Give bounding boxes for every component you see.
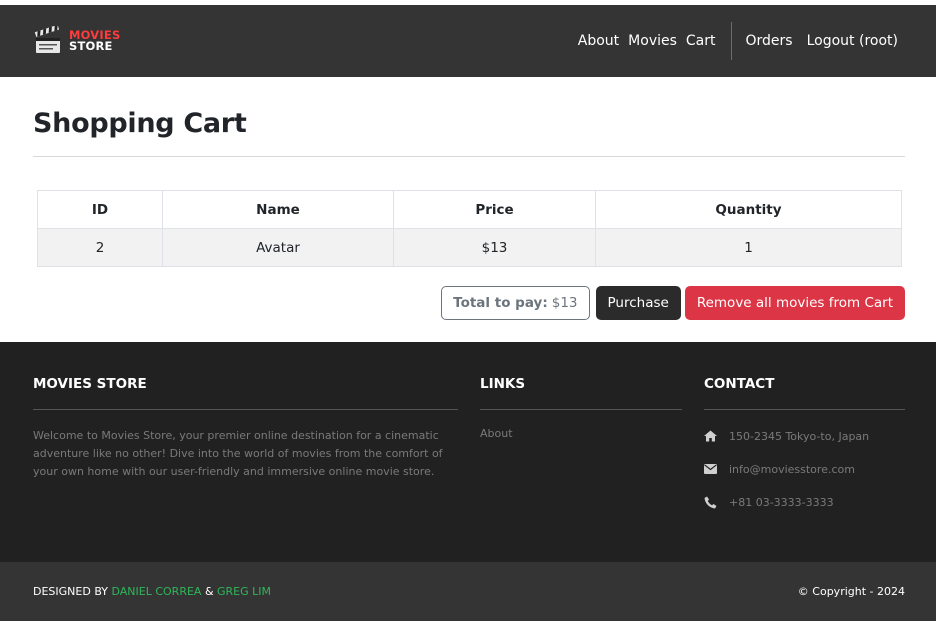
purchase-button[interactable]: Purchase [595,286,681,320]
header-price: Price [393,190,596,229]
cart-actions: Total to pay: $13 Purchase Remove all mo… [441,286,905,320]
remove-all-button[interactable]: Remove all movies from Cart [684,286,905,320]
nav-link-cart[interactable]: Cart [686,33,716,49]
contact-email-text: info@moviesstore.com [729,462,855,476]
footer-contact: CONTACT 150-2345 Tokyo-to, Japan info@mo… [704,376,905,511]
header-id: ID [37,190,163,229]
designed-by-prefix: DESIGNED BY [33,585,108,598]
total-to-pay: Total to pay: $13 [441,286,590,320]
total-label: Total to pay: [453,295,548,311]
footer-links: LINKS About [480,376,682,440]
nav-link-movies[interactable]: Movies [628,33,677,49]
title-divider [33,156,905,157]
footer-about-text: Welcome to Movies Store, your premier on… [33,429,443,478]
footer-links-divider [480,409,682,410]
page-title: Shopping Cart [33,108,247,139]
designer-link-2[interactable]: GREG LIM [217,585,271,598]
footer-links-title: LINKS [480,376,526,392]
cell-quantity: 1 [595,228,902,267]
designer-link-1[interactable]: DANIEL CORREA [111,585,201,598]
copyright: © Copyright - 2024 [797,585,905,598]
cart-table: ID Name Price Quantity 2 Avatar $13 1 [37,190,902,267]
cell-id: 2 [37,228,163,267]
nav-link-about[interactable]: About [578,33,619,49]
contact-email: info@moviesstore.com [704,460,905,478]
phone-icon [704,496,717,508]
navbar: MOVIES STORE About Movies Cart Orders Lo… [0,5,936,77]
cell-price: $13 [393,228,596,267]
footer-contact-divider [704,409,905,410]
brand-name: MOVIES STORE [69,29,120,53]
brand-line-2: STORE [69,39,113,53]
designed-by: DESIGNED BY DANIEL CORREA & GREG LIM [33,585,271,598]
contact-address-text: 150-2345 Tokyo-to, Japan [729,429,870,443]
footer-about-title: MOVIES STORE [33,376,147,392]
total-value: $13 [551,295,578,311]
contact-address: 150-2345 Tokyo-to, Japan [704,427,905,445]
envelope-icon [704,464,717,474]
nav-link-logout[interactable]: Logout (root) [807,33,898,49]
table-header-row: ID Name Price Quantity [37,190,902,229]
footer-about: MOVIES STORE Welcome to Movies Store, yo… [33,376,458,481]
footer-link-about[interactable]: About [480,427,682,440]
header-name: Name [162,190,394,229]
brand-logo-link[interactable]: MOVIES STORE [33,26,120,56]
nav-links: About Movies Cart Orders Logout (root) [578,22,898,60]
cell-name: Avatar [162,228,394,267]
contact-phone: +81 03-3333-3333 [704,493,905,511]
nav-divider [730,22,732,60]
footer-bottom-bar: DESIGNED BY DANIEL CORREA & GREG LIM © C… [0,562,936,621]
table-row: 2 Avatar $13 1 [37,228,902,267]
clapperboard-icon [34,26,60,53]
footer-contact-title: CONTACT [704,376,775,392]
footer-about-divider [33,409,458,410]
footer: MOVIES STORE Welcome to Movies Store, yo… [0,342,936,562]
home-icon [704,430,717,442]
header-quantity: Quantity [595,190,902,229]
nav-link-orders[interactable]: Orders [746,33,793,49]
designed-by-amp: & [204,585,214,598]
contact-phone-text: +81 03-3333-3333 [729,495,834,509]
